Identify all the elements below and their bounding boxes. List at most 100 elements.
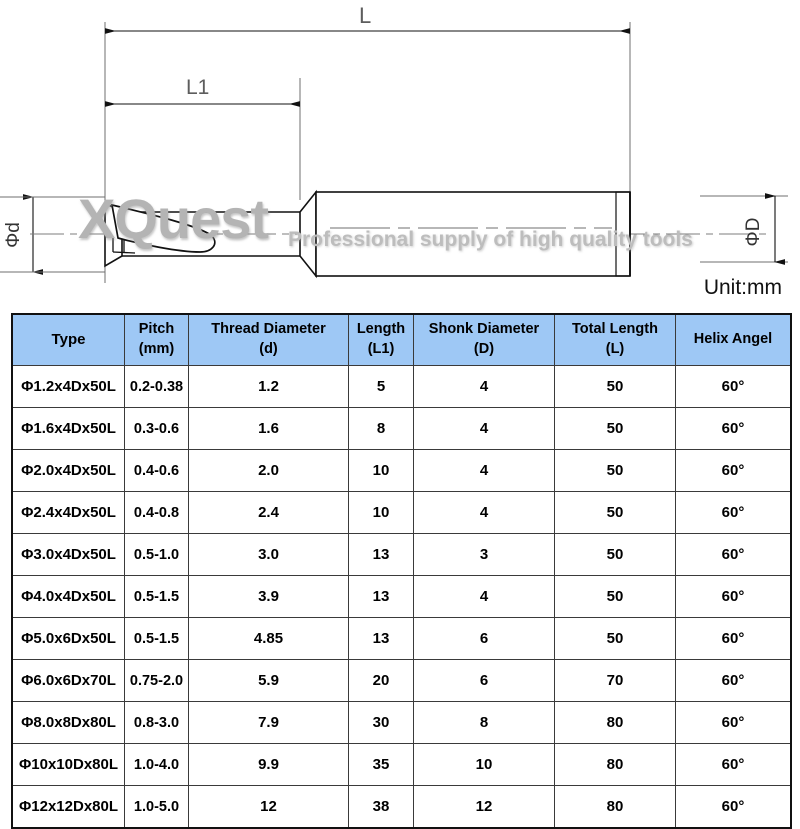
header-line-1: Shonk Diameter — [428, 321, 540, 338]
cell-length: 8 — [348, 407, 414, 450]
cell-thread-diameter: 1.2 — [188, 365, 349, 408]
cell-total-length: 50 — [554, 449, 676, 492]
cell-length: 30 — [348, 701, 414, 744]
shank-taper — [299, 189, 317, 279]
cell-thread-diameter: 1.6 — [188, 407, 349, 450]
cell-shonk-diameter: 3 — [413, 533, 555, 576]
cell-pitch: 0.5-1.0 — [124, 533, 189, 576]
cell-shonk-diameter: 8 — [413, 701, 555, 744]
table-row: Φ12x12Dx80L 1.0-5.0 12 38 12 80 60° — [11, 785, 792, 829]
cell-pitch: 0.5-1.5 — [124, 575, 189, 618]
label-phi-d: Φd — [3, 222, 24, 248]
cell-thread-diameter: 12 — [188, 785, 349, 829]
cell-thread-diameter: 4.85 — [188, 617, 349, 660]
cell-type: Φ6.0x6Dx70L — [11, 659, 125, 702]
shank — [315, 191, 631, 277]
cell-type: Φ1.6x4Dx50L — [11, 407, 125, 450]
tool-drawing-svg — [0, 22, 788, 283]
cell-shonk-diameter: 12 — [413, 785, 555, 829]
cell-shonk-diameter: 6 — [413, 617, 555, 660]
cell-pitch: 0.5-1.5 — [124, 617, 189, 660]
cell-thread-diameter: 9.9 — [188, 743, 349, 786]
cell-pitch: 0.4-0.8 — [124, 491, 189, 534]
cell-total-length: 50 — [554, 365, 676, 408]
label-phi-D-wrap: ΦD — [742, 205, 766, 261]
column-header-shonk-diameter: Shonk Diameter (D) — [413, 313, 555, 366]
cell-total-length: 50 — [554, 533, 676, 576]
label-phi-d-wrap: Φd — [2, 208, 26, 264]
table-row: Φ2.4x4Dx50L 0.4-0.8 2.4 10 4 50 60° — [11, 491, 792, 534]
cell-helix-angle: 60° — [675, 617, 792, 660]
cell-helix-angle: 60° — [675, 575, 792, 618]
cell-type: Φ12x12Dx80L — [11, 785, 125, 829]
header-line-1: Helix Angel — [693, 331, 773, 348]
cell-total-length: 50 — [554, 575, 676, 618]
cell-type: Φ8.0x8Dx80L — [11, 701, 125, 744]
cell-total-length: 80 — [554, 701, 676, 744]
cell-length: 35 — [348, 743, 414, 786]
specification-table: Type Pitch (mm) Thread Diameter (d) Leng… — [11, 313, 792, 829]
technical-drawing: Φd ΦD L L1 XQuest Professional supply of… — [0, 0, 800, 310]
header-line-1: Length — [356, 321, 406, 338]
cell-length: 20 — [348, 659, 414, 702]
cell-thread-diameter: 3.0 — [188, 533, 349, 576]
header-line-2: (mm) — [138, 341, 175, 357]
tool-body — [30, 189, 770, 279]
cell-helix-angle: 60° — [675, 365, 792, 408]
cell-total-length: 50 — [554, 617, 676, 660]
cell-shonk-diameter: 4 — [413, 491, 555, 534]
cell-helix-angle: 60° — [675, 743, 792, 786]
cell-shonk-diameter: 10 — [413, 743, 555, 786]
cell-length: 13 — [348, 575, 414, 618]
table-row: Φ2.0x4Dx50L 0.4-0.6 2.0 10 4 50 60° — [11, 449, 792, 492]
header-line-2: (L1) — [367, 341, 395, 357]
cell-length: 5 — [348, 365, 414, 408]
table-row: Φ4.0x4Dx50L 0.5-1.5 3.9 13 4 50 60° — [11, 575, 792, 618]
cell-helix-angle: 60° — [675, 491, 792, 534]
table-row: Φ6.0x6Dx70L 0.75-2.0 5.9 20 6 70 60° — [11, 659, 792, 702]
cell-thread-diameter: 2.4 — [188, 491, 349, 534]
column-header-type: Type — [11, 313, 125, 366]
label-L: L — [359, 3, 372, 28]
table-row: Φ1.2x4Dx50L 0.2-0.38 1.2 5 4 50 60° — [11, 365, 792, 408]
cell-thread-diameter: 3.9 — [188, 575, 349, 618]
cell-type: Φ1.2x4Dx50L — [11, 365, 125, 408]
cell-pitch: 0.2-0.38 — [124, 365, 189, 408]
table-row: Φ5.0x6Dx50L 0.5-1.5 4.85 13 6 50 60° — [11, 617, 792, 660]
cell-type: Φ2.0x4Dx50L — [11, 449, 125, 492]
header-line-1: Total Length — [572, 321, 658, 338]
cell-length: 13 — [348, 533, 414, 576]
cell-thread-diameter: 2.0 — [188, 449, 349, 492]
cell-type: Φ5.0x6Dx50L — [11, 617, 125, 660]
table-row: Φ10x10Dx80L 1.0-4.0 9.9 35 10 80 60° — [11, 743, 792, 786]
table-header-row: Type Pitch (mm) Thread Diameter (d) Leng… — [11, 313, 792, 366]
cell-type: Φ10x10Dx80L — [11, 743, 125, 786]
cell-helix-angle: 60° — [675, 785, 792, 829]
cell-shonk-diameter: 4 — [413, 365, 555, 408]
cell-pitch: 0.8-3.0 — [124, 701, 189, 744]
cell-total-length: 80 — [554, 785, 676, 829]
column-header-thread-diameter: Thread Diameter (d) — [188, 313, 349, 366]
label-L1: L1 — [186, 76, 210, 99]
cell-length: 13 — [348, 617, 414, 660]
cell-length: 38 — [348, 785, 414, 829]
column-header-total-length: Total Length (L) — [554, 313, 676, 366]
cell-length: 10 — [348, 491, 414, 534]
cell-type: Φ4.0x4Dx50L — [11, 575, 125, 618]
cell-total-length: 50 — [554, 407, 676, 450]
cell-thread-diameter: 7.9 — [188, 701, 349, 744]
header-line-1: Pitch — [138, 321, 175, 338]
table-row: Φ8.0x8Dx80L 0.8-3.0 7.9 30 8 80 60° — [11, 701, 792, 744]
cell-helix-angle: 60° — [675, 659, 792, 702]
header-line-1: Thread Diameter — [211, 321, 326, 338]
header-line-1: Type — [51, 330, 86, 348]
cell-shonk-diameter: 4 — [413, 575, 555, 618]
cell-pitch: 0.75-2.0 — [124, 659, 189, 702]
table-row: Φ3.0x4Dx50L 0.5-1.0 3.0 13 3 50 60° — [11, 533, 792, 576]
cell-length: 10 — [348, 449, 414, 492]
cell-total-length: 50 — [554, 491, 676, 534]
unit-label: Unit:mm — [703, 276, 782, 299]
header-line-2: (d) — [259, 341, 278, 357]
cell-shonk-diameter: 4 — [413, 449, 555, 492]
cell-pitch: 1.0-5.0 — [124, 785, 189, 829]
